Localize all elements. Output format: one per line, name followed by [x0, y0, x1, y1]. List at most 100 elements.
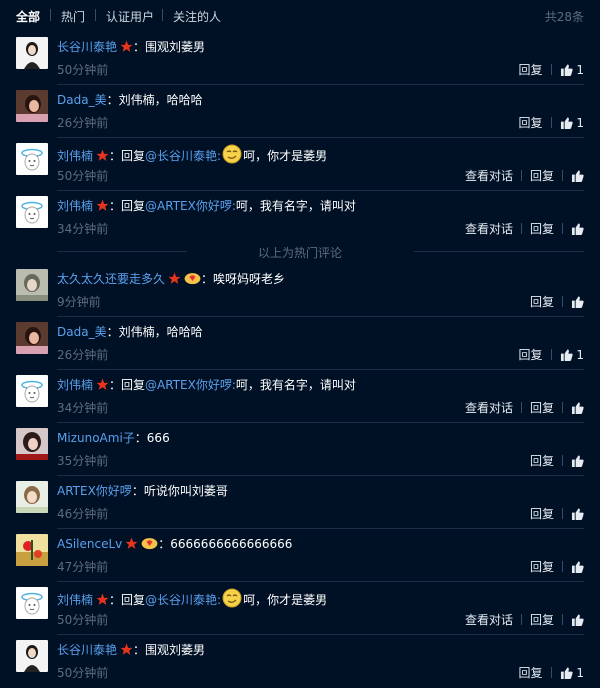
comment-prefix: ：回复	[109, 199, 146, 213]
reply-link[interactable]: 回复	[530, 169, 554, 183]
like-button[interactable]	[571, 169, 584, 183]
avatar[interactable]	[16, 322, 48, 354]
reply-link[interactable]: 回复	[530, 507, 554, 521]
tab-following[interactable]: 关注的人	[173, 8, 221, 25]
tab-verified-users[interactable]: 认证用户	[106, 8, 154, 25]
comment-text: 长谷川泰艳 ：围观刘萎男	[57, 38, 205, 55]
view-conversation-link[interactable]: 查看对话	[465, 222, 513, 236]
username-link[interactable]: 刘伟楠	[57, 378, 93, 392]
tab-hot[interactable]: 热门	[61, 8, 85, 25]
timestamp: 47分钟前	[57, 560, 109, 574]
like-count: 1	[576, 348, 584, 362]
username-link[interactable]: Dada_美	[57, 325, 107, 339]
thumbs-up-icon	[571, 296, 584, 308]
avatar[interactable]	[16, 37, 48, 69]
thumbs-up-icon	[571, 223, 584, 235]
action-divider	[550, 349, 552, 360]
view-conversation-link[interactable]: 查看对话	[465, 613, 513, 627]
reply-link[interactable]: 回复	[519, 63, 543, 77]
reply-link[interactable]: 回复	[530, 295, 554, 309]
tab-all[interactable]: 全部	[16, 8, 40, 25]
avatar[interactable]	[16, 143, 48, 175]
username-link[interactable]: 太久太久还要走多久	[57, 272, 165, 286]
like-button[interactable]: 1	[560, 348, 584, 362]
like-button[interactable]: 1	[560, 63, 584, 77]
comment-prefix: ：	[158, 537, 171, 551]
action-divider	[562, 614, 563, 625]
action-divider	[562, 170, 563, 181]
comment-text: 刘伟楠 ：回复@长谷川泰艳: 呵，你才是萎男	[57, 144, 327, 164]
avatar[interactable]	[16, 375, 48, 407]
comment-body: 围观刘萎男	[145, 40, 206, 54]
username-link[interactable]: 长谷川泰艳	[57, 40, 117, 54]
username-link[interactable]: Dada_美	[57, 93, 107, 107]
star-badge-icon	[125, 537, 138, 549]
username-link[interactable]: 刘伟楠	[57, 199, 93, 213]
comment-actions: 回复	[530, 505, 584, 522]
thumbs-up-icon	[560, 349, 573, 361]
like-button[interactable]: 1	[560, 116, 584, 130]
like-count: 1	[576, 63, 584, 77]
comment-body: 6666666666666666	[170, 537, 293, 551]
like-button[interactable]	[571, 222, 584, 236]
timestamp: 50分钟前	[57, 666, 109, 680]
reply-link[interactable]: 回复	[530, 560, 554, 574]
reply-link[interactable]: 回复	[519, 116, 543, 130]
reply-link[interactable]: 回复	[530, 613, 554, 627]
comment-item: Dada_美：刘伟楠，哈哈哈 26分钟前 回复 1	[0, 317, 600, 370]
mention-link[interactable]: @ARTEX你好啰:	[145, 378, 236, 392]
comment-actions: 回复	[530, 558, 584, 575]
mention-link[interactable]: @长谷川泰艳:	[145, 593, 221, 607]
mention-link[interactable]: @ARTEX你好啰:	[145, 199, 236, 213]
star-badge-icon	[96, 149, 109, 161]
comment-item: ASilenceLv ：6666666666666666 47分钟前 回复	[0, 529, 600, 582]
action-divider	[562, 402, 563, 413]
action-divider	[520, 402, 522, 413]
comment-prefix: ：回复	[109, 593, 146, 607]
username-link[interactable]: 长谷川泰艳	[57, 643, 117, 657]
heart-badge-icon	[184, 273, 201, 285]
like-button[interactable]: 1	[560, 666, 584, 680]
username-link[interactable]: 刘伟楠	[57, 149, 93, 163]
comment-text: 刘伟楠 ：回复@长谷川泰艳: 呵，你才是萎男	[57, 588, 327, 608]
like-button[interactable]	[571, 613, 584, 627]
like-button[interactable]	[571, 560, 584, 574]
like-button[interactable]	[571, 401, 584, 415]
thumbs-up-icon	[560, 667, 573, 679]
avatar[interactable]	[16, 196, 48, 228]
username-link[interactable]: MizunoAmi子	[57, 431, 135, 445]
reply-link[interactable]: 回复	[530, 401, 554, 415]
avatar[interactable]	[16, 428, 48, 460]
avatar[interactable]	[16, 90, 48, 122]
comment-body: 刘伟楠，哈哈哈	[118, 325, 203, 339]
avatar[interactable]	[16, 481, 48, 513]
comment-actions: 查看对话 回复	[465, 167, 584, 184]
star-badge-icon	[120, 643, 133, 655]
thumbs-up-icon	[571, 402, 584, 414]
view-conversation-link[interactable]: 查看对话	[465, 169, 513, 183]
thumbs-up-icon	[571, 455, 584, 467]
action-divider	[520, 223, 522, 234]
reply-link[interactable]: 回复	[530, 454, 554, 468]
username-link[interactable]: 刘伟楠	[57, 593, 93, 607]
action-divider	[562, 455, 563, 466]
avatar[interactable]	[16, 269, 48, 301]
thumbs-up-icon	[560, 64, 573, 76]
avatar[interactable]	[16, 534, 48, 566]
comment-item: 长谷川泰艳 ：围观刘萎男 50分钟前 回复 1	[0, 32, 600, 85]
reply-link[interactable]: 回复	[519, 348, 543, 362]
comment-prefix: ：	[133, 643, 146, 657]
like-button[interactable]	[571, 295, 584, 309]
star-badge-icon	[168, 272, 181, 284]
username-link[interactable]: ARTEX你好啰	[57, 484, 132, 498]
reply-link[interactable]: 回复	[519, 666, 543, 680]
view-conversation-link[interactable]: 查看对话	[465, 401, 513, 415]
tab-divider	[162, 9, 163, 21]
like-button[interactable]	[571, 507, 584, 521]
avatar[interactable]	[16, 587, 48, 619]
mention-link[interactable]: @长谷川泰艳:	[145, 149, 221, 163]
reply-link[interactable]: 回复	[530, 222, 554, 236]
avatar[interactable]	[16, 640, 48, 672]
username-link[interactable]: ASilenceLv	[57, 537, 122, 551]
like-button[interactable]	[571, 454, 584, 468]
